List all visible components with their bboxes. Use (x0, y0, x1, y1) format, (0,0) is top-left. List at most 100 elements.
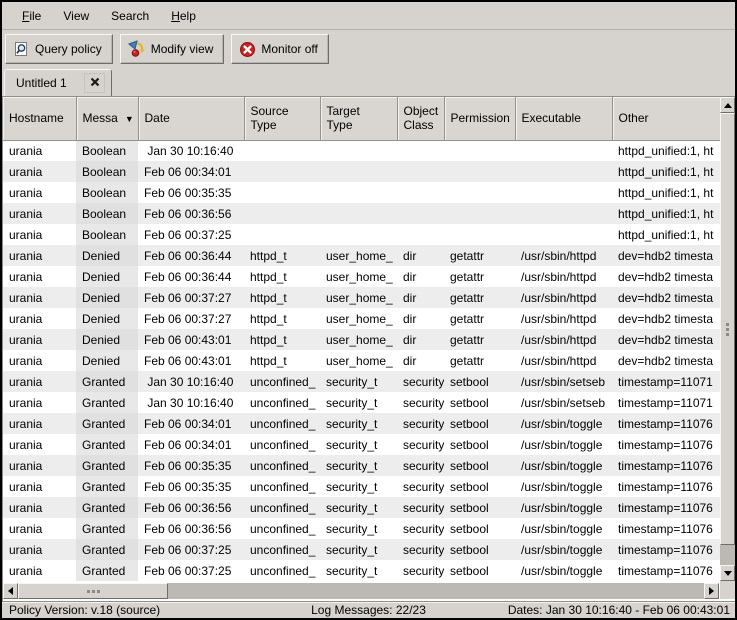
table-cell: Feb 06 00:43:01 (138, 329, 244, 350)
query-policy-button[interactable]: Query policy (5, 34, 113, 64)
table-cell: timestamp=11076 (612, 476, 720, 497)
table-row[interactable]: uraniaDeniedFeb 06 00:37:27httpd_tuser_h… (3, 308, 720, 329)
vertical-scrollbar-thumb[interactable] (720, 113, 735, 545)
column-header-target-type[interactable]: Target Type (320, 97, 397, 140)
horizontal-scrollbar[interactable] (3, 583, 719, 599)
table-cell: Jan 30 10:16:40 (138, 392, 244, 413)
horizontal-scrollbar-thumb[interactable] (18, 583, 168, 599)
table-row[interactable]: uraniaDeniedFeb 06 00:43:01httpd_tuser_h… (3, 329, 720, 350)
column-header-executable[interactable]: Executable (515, 97, 612, 140)
table-cell: security (397, 371, 444, 392)
table-cell: /usr/sbin/httpd (515, 287, 612, 308)
table-cell: setbool (444, 497, 515, 518)
table-row[interactable]: uraniaBooleanFeb 06 00:37:25httpd_unifie… (3, 224, 720, 245)
column-header-permission[interactable]: Permission (444, 97, 515, 140)
table-cell: timestamp=11076 (612, 455, 720, 476)
table-cell: httpd_t (244, 245, 320, 266)
table-row[interactable]: uraniaBooleanFeb 06 00:36:56httpd_unifie… (3, 203, 720, 224)
table-cell: Feb 06 00:37:25 (138, 224, 244, 245)
table-row[interactable]: uraniaGrantedFeb 06 00:36:56unconfined_s… (3, 497, 720, 518)
table-cell: security_t (320, 560, 397, 581)
scroll-up-button[interactable] (720, 97, 735, 113)
table-cell: setbool (444, 455, 515, 476)
menu-search[interactable]: Search (101, 4, 161, 28)
table-cell: unconfined_ (244, 497, 320, 518)
table-cell: Boolean (76, 224, 138, 245)
table-row[interactable]: uraniaGrantedFeb 06 00:37:25unconfined_s… (3, 560, 720, 581)
table-cell: dev=hdb2 timesta (612, 350, 720, 371)
table-row[interactable]: uraniaGrantedFeb 06 00:35:35unconfined_s… (3, 455, 720, 476)
monitor-off-button[interactable]: Monitor off (231, 34, 328, 64)
table-row[interactable]: uraniaGranted Jan 30 10:16:40unconfined_… (3, 371, 720, 392)
table-cell: security_t (320, 518, 397, 539)
tab-label: Untitled 1 (16, 76, 84, 90)
table-cell: urania (3, 518, 76, 539)
table-cell: security (397, 392, 444, 413)
monitor-off-label: Monitor off (261, 42, 317, 56)
table-cell: urania (3, 392, 76, 413)
table-cell: httpd_unified:1, ht (612, 161, 720, 182)
column-header-object-class[interactable]: Object Class (397, 97, 444, 140)
column-header-message[interactable]: Messa▼ (76, 97, 138, 140)
table-cell (515, 224, 612, 245)
vertical-scrollbar[interactable] (720, 97, 735, 581)
table-row[interactable]: uraniaGrantedFeb 06 00:34:01unconfined_s… (3, 413, 720, 434)
grip-icon (726, 328, 729, 331)
table-row[interactable]: uraniaGrantedFeb 06 00:37:25unconfined_s… (3, 539, 720, 560)
modify-view-label: Modify view (151, 42, 214, 56)
column-header-source-type[interactable]: Source Type (244, 97, 320, 140)
table-cell: urania (3, 203, 76, 224)
table-cell (397, 224, 444, 245)
table-cell: urania (3, 560, 76, 581)
table-row[interactable]: uraniaGrantedFeb 06 00:36:56unconfined_s… (3, 518, 720, 539)
table-row[interactable]: uraniaDeniedFeb 06 00:37:27httpd_tuser_h… (3, 287, 720, 308)
tab-bar: Untitled 1 (2, 67, 735, 96)
scroll-right-button[interactable] (704, 583, 719, 599)
column-header-date[interactable]: Date (138, 97, 244, 140)
tab-close-button[interactable] (84, 73, 105, 93)
table-row[interactable]: uraniaBooleanFeb 06 00:35:35httpd_unifie… (3, 182, 720, 203)
table-row[interactable]: uraniaBooleanFeb 06 00:34:01httpd_unifie… (3, 161, 720, 182)
table-cell: timestamp=11076 (612, 539, 720, 560)
table-cell: unconfined_ (244, 539, 320, 560)
table-cell: dev=hdb2 timesta (612, 308, 720, 329)
table-cell (320, 203, 397, 224)
table-cell: /usr/sbin/toggle (515, 539, 612, 560)
column-header-hostname[interactable]: Hostname (3, 97, 76, 140)
table-cell: /usr/sbin/setseb (515, 371, 612, 392)
table-cell: /usr/sbin/httpd (515, 350, 612, 371)
table-cell: user_home_ (320, 308, 397, 329)
modify-view-button[interactable]: Modify view (120, 34, 225, 64)
table-cell: Feb 06 00:36:44 (138, 245, 244, 266)
table-cell: setbool (444, 560, 515, 581)
table-cell (320, 140, 397, 161)
menu-view[interactable]: View (53, 4, 101, 28)
table-row[interactable]: uraniaGrantedFeb 06 00:35:35unconfined_s… (3, 476, 720, 497)
log-view: Hostname Messa▼ Date Source Type Target … (2, 96, 735, 601)
table-cell (397, 161, 444, 182)
table-cell: dev=hdb2 timesta (612, 287, 720, 308)
table-cell: getattr (444, 266, 515, 287)
tab-untitled-1[interactable]: Untitled 1 (4, 69, 112, 96)
table-row[interactable]: uraniaDeniedFeb 06 00:36:44httpd_tuser_h… (3, 266, 720, 287)
table-row[interactable]: uraniaGranted Jan 30 10:16:40unconfined_… (3, 392, 720, 413)
table-cell: Granted (76, 560, 138, 581)
table-cell: unconfined_ (244, 560, 320, 581)
table-row[interactable]: uraniaGrantedFeb 06 00:34:01unconfined_s… (3, 434, 720, 455)
arrow-up-icon (724, 103, 732, 108)
table-row[interactable]: uraniaDeniedFeb 06 00:43:01httpd_tuser_h… (3, 350, 720, 371)
table-cell: Denied (76, 287, 138, 308)
menu-file[interactable]: File (12, 4, 53, 28)
table-cell: /usr/sbin/toggle (515, 413, 612, 434)
table-row[interactable]: uraniaDeniedFeb 06 00:36:44httpd_tuser_h… (3, 245, 720, 266)
table-cell: /usr/sbin/toggle (515, 434, 612, 455)
scroll-left-button[interactable] (3, 583, 18, 599)
table-cell: dir (397, 308, 444, 329)
table-row[interactable]: uraniaBoolean Jan 30 10:16:40httpd_unifi… (3, 140, 720, 161)
menu-help[interactable]: Help (161, 4, 208, 28)
column-header-other[interactable]: Other (612, 97, 720, 140)
table-cell: urania (3, 371, 76, 392)
table-cell: Feb 06 00:34:01 (138, 161, 244, 182)
scroll-down-button[interactable] (720, 565, 735, 581)
table-cell: getattr (444, 350, 515, 371)
